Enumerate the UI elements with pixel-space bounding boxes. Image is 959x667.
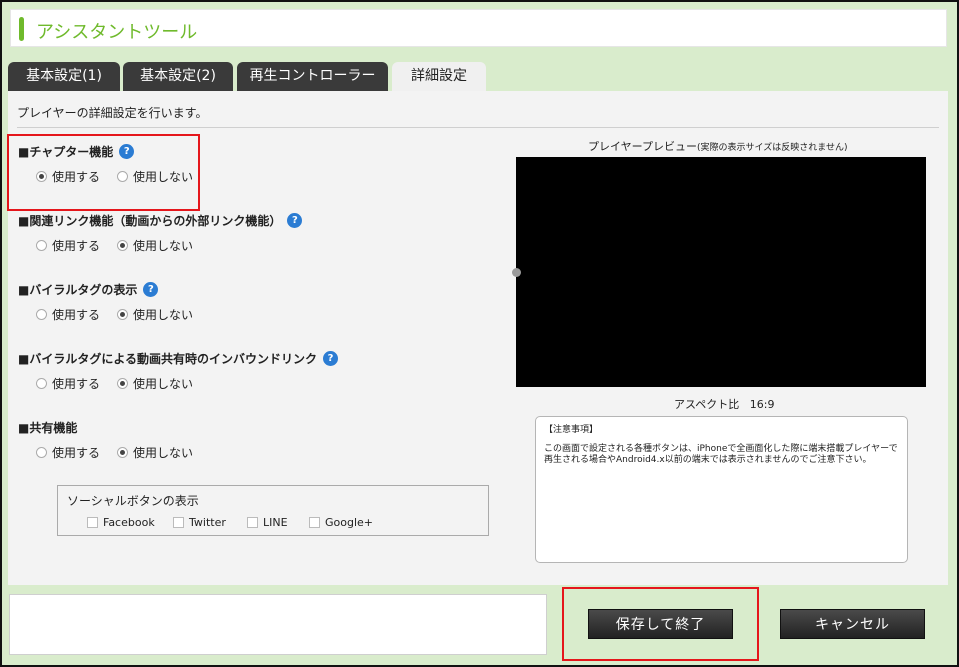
notice-title: 【注意事項】 <box>544 425 599 435</box>
player-preview-label: プレイヤープレビュー(実際の表示サイズは反映されません) <box>588 140 848 153</box>
player-preview-note: (実際の表示サイズは反映されません) <box>697 143 848 153</box>
share-setting-title: ■共有機能 <box>18 419 77 436</box>
seek-handle-icon[interactable] <box>512 268 521 277</box>
help-icon[interactable]: ? <box>287 213 303 228</box>
player-preview[interactable] <box>512 157 926 387</box>
share-setting-label: ■共有機能 <box>18 421 78 435</box>
tab-basic-settings-2[interactable]: 基本設定(2) <box>123 62 233 91</box>
viral-tag-setting-title: ■バイラルタグの表示 ? <box>18 281 159 298</box>
radio-selected-icon <box>117 240 128 251</box>
radio-selected-icon <box>117 447 128 458</box>
share-nouse-radio[interactable]: 使用しない <box>117 444 193 461</box>
related-link-setting-title: ■関連リンク機能（動画からの外部リンク機能） ? <box>18 212 303 229</box>
title-bar: アシスタントツール <box>10 9 947 47</box>
line-checkbox[interactable]: LINE <box>247 516 288 529</box>
radio-selected-icon <box>117 378 128 389</box>
viral-tag-use-radio[interactable]: 使用する <box>36 306 100 323</box>
chapter-highlight-box <box>7 134 200 211</box>
divider <box>17 127 939 128</box>
share-use-radio[interactable]: 使用する <box>36 444 100 461</box>
radio-icon <box>36 240 47 251</box>
related-link-nouse-radio[interactable]: 使用しない <box>117 237 193 254</box>
social-buttons-title: ソーシャルボタンの表示 <box>67 494 199 508</box>
save-highlight-box <box>562 587 759 661</box>
panel-description: プレイヤーの詳細設定を行います。 <box>17 106 208 120</box>
notice-body: この画面で設定される各種ボタンは、iPhoneで全画面化した際に端末搭載プレイヤ… <box>544 444 898 465</box>
facebook-checkbox[interactable]: Facebook <box>87 516 155 529</box>
app-title: アシスタントツール <box>36 22 198 43</box>
social-buttons-box: ソーシャルボタンの表示 Facebook Twitter LINE Google… <box>57 485 489 536</box>
title-accent-bar <box>19 17 24 41</box>
tab-playback-controller[interactable]: 再生コントローラー <box>237 62 388 91</box>
tab-basic-settings-1[interactable]: 基本設定(1) <box>8 62 120 91</box>
checkbox-icon <box>247 517 258 528</box>
radio-icon <box>36 378 47 389</box>
checkbox-icon <box>87 517 98 528</box>
checkbox-icon <box>173 517 184 528</box>
viral-tag-setting-label: ■バイラルタグの表示 <box>18 283 138 297</box>
radio-icon <box>36 447 47 458</box>
related-link-setting-label: ■関連リンク機能（動画からの外部リンク機能） <box>18 214 282 228</box>
aspect-ratio: アスペクト比 16:9 <box>674 398 775 411</box>
googleplus-checkbox[interactable]: Google+ <box>309 516 373 529</box>
inbound-link-use-radio[interactable]: 使用する <box>36 375 100 392</box>
inbound-link-setting-label: ■バイラルタグによる動画共有時のインバウンドリンク <box>18 352 317 366</box>
radio-selected-icon <box>117 309 128 320</box>
cancel-button[interactable]: キャンセル <box>780 609 925 639</box>
radio-icon <box>36 309 47 320</box>
notice-box: 【注意事項】 この画面で設定される各種ボタンは、iPhoneで全画面化した際に端… <box>535 416 908 563</box>
help-icon[interactable]: ? <box>322 351 338 366</box>
inbound-link-nouse-radio[interactable]: 使用しない <box>117 375 193 392</box>
checkbox-icon <box>309 517 320 528</box>
twitter-checkbox[interactable]: Twitter <box>173 516 226 529</box>
inbound-link-setting-title: ■バイラルタグによる動画共有時のインバウンドリンク ? <box>18 350 338 367</box>
help-icon[interactable]: ? <box>143 282 159 297</box>
related-link-use-radio[interactable]: 使用する <box>36 237 100 254</box>
viral-tag-nouse-radio[interactable]: 使用しない <box>117 306 193 323</box>
tab-advanced-settings[interactable]: 詳細設定 <box>392 62 486 91</box>
message-area[interactable] <box>9 594 547 655</box>
